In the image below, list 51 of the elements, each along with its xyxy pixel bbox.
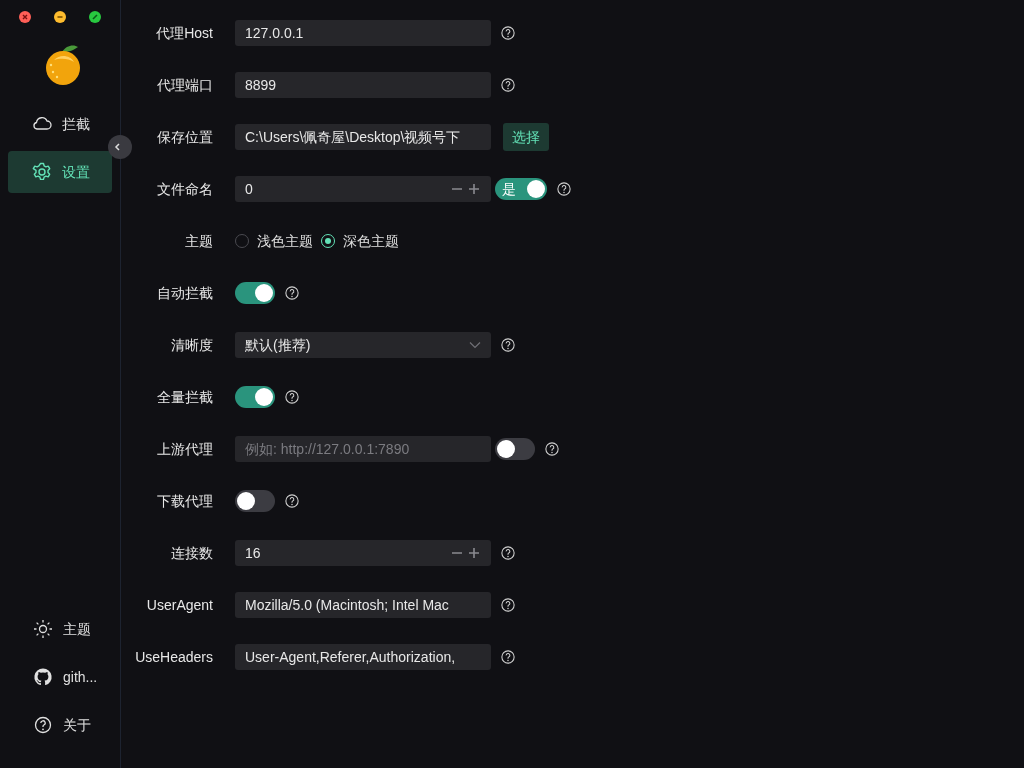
toggle-switch[interactable] [495,438,535,460]
number-field[interactable]: 16 [235,540,491,566]
radio-label: 深色主题 [343,231,399,251]
setting-label: 代理端口 [156,75,213,95]
github-icon [32,666,54,688]
switch-label: 是 [502,179,516,199]
setting-label: 自动拦截 [156,283,213,303]
toggle-switch[interactable] [235,490,275,512]
input-field[interactable]: Mozilla/5.0 (Macintosh; Intel Mac [235,592,491,618]
setting-label: 全量拦截 [156,387,213,407]
nav-item[interactable]: 关于 [8,713,112,737]
nav-item[interactable]: 设置 [8,151,112,193]
chevron-left-icon [114,143,120,151]
minimize-window-icon[interactable] [54,11,66,23]
input-field[interactable]: 例如: http://127.0.0.1:7890 [235,436,491,462]
input-field[interactable]: User-Agent,Referer,Authorization, [235,644,491,670]
zoom-window-icon[interactable] [89,11,101,23]
minus-plus-icon[interactable] [451,183,481,195]
radio-label: 浅色主题 [257,231,313,251]
setting-label: 主题 [184,231,213,251]
setting-label: 保存位置 [156,127,213,147]
close-window-icon[interactable] [19,11,31,23]
select-button[interactable]: 选择 [503,123,549,151]
input-field[interactable]: 127.0.0.1 [235,20,491,46]
settings-icon [31,161,53,183]
input-field[interactable]: 8899 [235,72,491,98]
collapse-handle[interactable] [108,135,132,159]
setting-label: 文件命名 [156,179,213,199]
toggle-switch[interactable]: 是 [495,178,547,200]
setting-label: UserAgent [145,595,213,615]
nav-item[interactable]: 拦截 [8,103,112,145]
sun-icon [32,618,54,640]
toggle-switch[interactable] [235,282,275,304]
setting-label: 连接数 [170,543,213,563]
setting-label: 上游代理 [156,439,213,459]
nav-item[interactable]: gith... [8,665,112,689]
input-field[interactable]: C:\Users\佩奇屋\Desktop\视频号下 [235,124,491,150]
help-icon [32,714,54,736]
setting-label: UseHeaders [134,647,213,667]
setting-label: 下载代理 [156,491,213,511]
minus-plus-icon[interactable] [451,547,481,559]
number-field[interactable]: 0 [235,176,491,202]
setting-label: 代理Host [155,23,213,43]
select-field[interactable]: 默认(推荐) [235,332,491,358]
toggle-switch[interactable] [235,386,275,408]
radio-option[interactable]: 浅色主题 [235,230,313,252]
setting-label: 清晰度 [170,335,213,355]
radio-option[interactable]: 深色主题 [321,230,399,252]
nav-item[interactable]: 主题 [8,617,112,641]
fruit-logo [44,44,82,86]
chevron-down-icon [469,341,481,349]
